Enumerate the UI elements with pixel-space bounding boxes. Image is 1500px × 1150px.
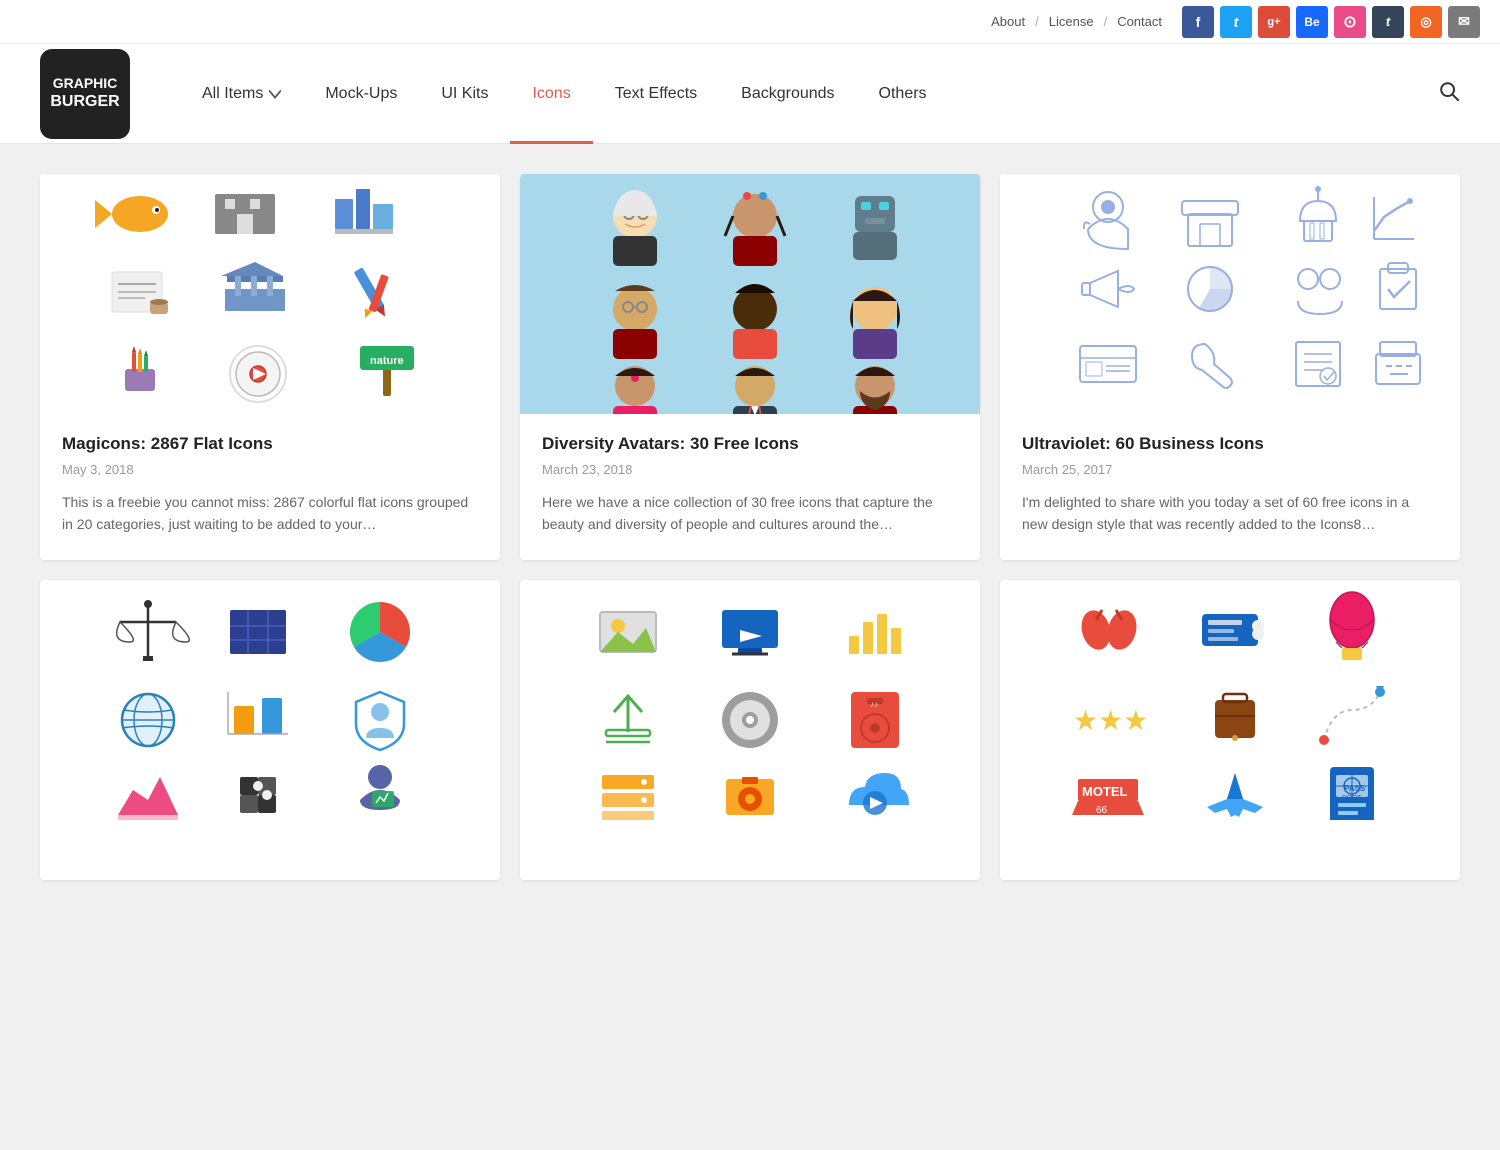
card-ultraviolet-image xyxy=(1000,174,1460,414)
svg-text:PORT: PORT xyxy=(1342,795,1362,802)
contact-link[interactable]: Contact xyxy=(1117,14,1162,29)
rss-icon[interactable]: ◎ xyxy=(1410,6,1442,38)
card-5-body xyxy=(520,820,980,880)
card-diversity-body: Diversity Avatars: 30 Free Icons March 2… xyxy=(520,414,980,560)
license-link[interactable]: License xyxy=(1049,14,1094,29)
card-magicons-body: Magicons: 2867 Flat Icons May 3, 2018 Th… xyxy=(40,414,500,560)
card-ultraviolet-desc: I'm delighted to share with you today a … xyxy=(1022,491,1438,536)
card-diversity-desc: Here we have a nice collection of 30 fre… xyxy=(542,491,958,536)
card-diversity: Diversity Avatars: 30 Free Icons March 2… xyxy=(520,174,980,560)
main-nav: All Items Mock-Ups UI Kits Icons Text Ef… xyxy=(180,44,1460,144)
twitter-icon[interactable]: t xyxy=(1220,6,1252,38)
card-diversity-date: March 23, 2018 xyxy=(542,462,958,477)
search-icon[interactable] xyxy=(1438,80,1460,108)
card-magicons-date: May 3, 2018 xyxy=(62,462,478,477)
card-ultraviolet: Ultraviolet: 60 Business Icons March 25,… xyxy=(1000,174,1460,560)
email-icon[interactable]: ✉ xyxy=(1448,6,1480,38)
ultraviolet-preview-svg xyxy=(1000,174,1460,414)
nav-others[interactable]: Others xyxy=(857,44,949,144)
header: Graphic Burger All Items Mock-Ups UI Kit… xyxy=(0,44,1500,144)
card5-preview-svg: ♪♪ xyxy=(520,580,980,820)
top-bar: About / License / Contact f t g+ Be ⊙ t … xyxy=(0,0,1500,44)
logo-line2: Burger xyxy=(50,92,119,113)
card-magicons-title: Magicons: 2867 Flat Icons xyxy=(62,434,478,454)
about-link[interactable]: About xyxy=(991,14,1025,29)
sep2: / xyxy=(1104,14,1108,29)
tumblr-icon[interactable]: t xyxy=(1372,6,1404,38)
card4-preview-svg xyxy=(40,580,500,820)
social-icons-group: f t g+ Be ⊙ t ◎ ✉ xyxy=(1182,6,1480,38)
main-content: nature Magicons: 2867 Flat Icons May 3, … xyxy=(0,144,1500,910)
card-4-body xyxy=(40,820,500,880)
card-4-image xyxy=(40,580,500,820)
nav-ui-kits[interactable]: UI Kits xyxy=(419,44,510,144)
card-ultraviolet-body: Ultraviolet: 60 Business Icons March 25,… xyxy=(1000,414,1460,560)
behance-icon[interactable]: Be xyxy=(1296,6,1328,38)
magicons-preview-svg: nature xyxy=(40,174,500,414)
card-magicons-desc: This is a freebie you cannot miss: 2867 … xyxy=(62,491,478,536)
card-6-body xyxy=(1000,820,1460,880)
card-5-image: ♪♪ xyxy=(520,580,980,820)
card-ultraviolet-date: March 25, 2017 xyxy=(1022,462,1438,477)
nav-icons[interactable]: Icons xyxy=(510,44,592,144)
top-bar-links: About / License / Contact xyxy=(991,14,1162,29)
card-5: ♪♪ xyxy=(520,580,980,880)
cards-grid: nature Magicons: 2867 Flat Icons May 3, … xyxy=(40,174,1460,880)
nav-backgrounds[interactable]: Backgrounds xyxy=(719,44,856,144)
svg-text:nature: nature xyxy=(370,355,404,367)
nav-text-effects[interactable]: Text Effects xyxy=(593,44,719,144)
dribbble-icon[interactable]: ⊙ xyxy=(1334,6,1366,38)
card-ultraviolet-title: Ultraviolet: 60 Business Icons xyxy=(1022,434,1438,454)
google-plus-icon[interactable]: g+ xyxy=(1258,6,1290,38)
card-magicons-image: nature xyxy=(40,174,500,414)
card-4 xyxy=(40,580,500,880)
card-diversity-image xyxy=(520,174,980,414)
logo-line1: Graphic xyxy=(50,74,119,92)
card6-preview-svg: ★★★ xyxy=(1000,580,1460,820)
logo-text: Graphic Burger xyxy=(50,74,119,113)
dropdown-arrow-icon xyxy=(269,88,281,100)
diversity-preview-svg xyxy=(520,174,980,414)
card-6-image: ★★★ xyxy=(1000,580,1460,820)
svg-text:PASS: PASS xyxy=(1344,784,1366,793)
svg-text:66: 66 xyxy=(1096,805,1108,816)
card-diversity-title: Diversity Avatars: 30 Free Icons xyxy=(542,434,958,454)
card-6: ★★★ xyxy=(1000,580,1460,880)
svg-text:♪♪: ♪♪ xyxy=(870,700,878,709)
logo[interactable]: Graphic Burger xyxy=(40,49,130,139)
nav-mockups[interactable]: Mock-Ups xyxy=(303,44,419,144)
svg-text:MOTEL: MOTEL xyxy=(1082,784,1128,799)
svg-text:★★★: ★★★ xyxy=(1073,705,1148,736)
nav-all-items[interactable]: All Items xyxy=(180,44,303,144)
facebook-icon[interactable]: f xyxy=(1182,6,1214,38)
sep1: / xyxy=(1035,14,1039,29)
card-magicons: nature Magicons: 2867 Flat Icons May 3, … xyxy=(40,174,500,560)
